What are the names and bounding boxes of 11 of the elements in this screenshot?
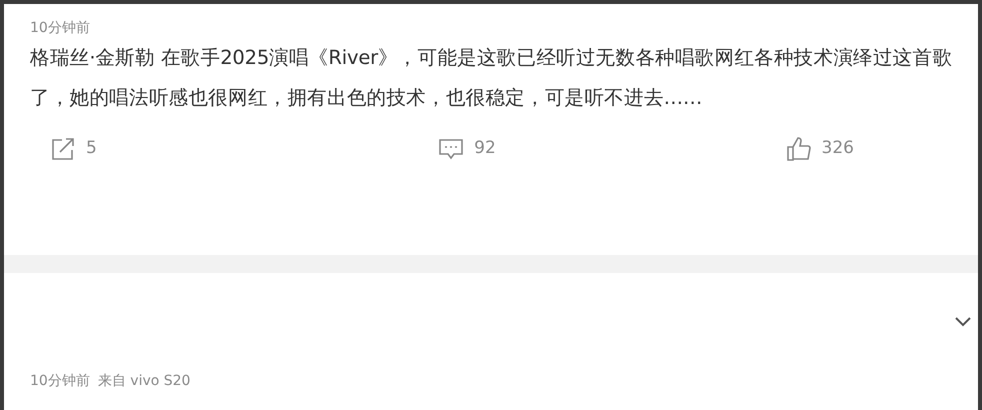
thumbs-up-icon [786, 136, 812, 162]
comment-icon [438, 137, 464, 161]
post-text: 格瑞丝·金斯勒 在歌手2025演唱《River》，可能是这歌已经听过无数各种唱歌网红各种技术演绎过这首歌了，她的唱法听感也很网红，拥有出色的技术，也很稳定，可是听不进去…… [30, 45, 954, 111]
post-source: 来自 vivo S20 [98, 372, 190, 391]
chevron-down-icon[interactable] [954, 316, 972, 328]
count-label: 5 [86, 137, 97, 160]
timestamp: 10分钟前 [30, 19, 90, 38]
count-label: 92 [474, 137, 496, 160]
share-icon [50, 137, 76, 161]
timestamp: 10分钟前 [30, 372, 90, 391]
count-label: 326 [822, 137, 854, 160]
